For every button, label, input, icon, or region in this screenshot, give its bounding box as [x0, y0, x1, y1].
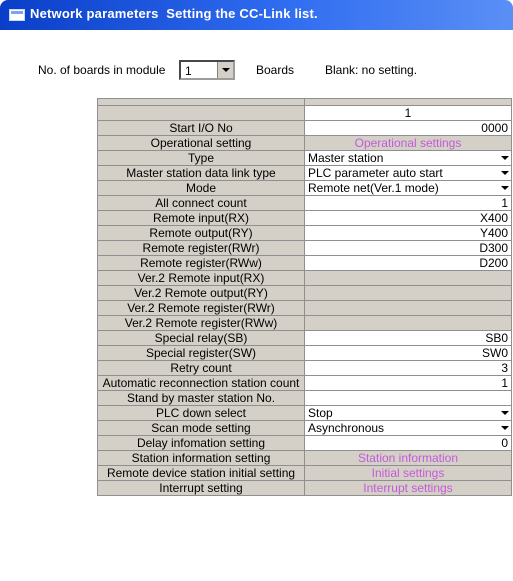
- network-parameters-window: Network parameters Setting the CC-Link l…: [0, 0, 513, 581]
- settings-button[interactable]: Operational settings: [304, 135, 512, 151]
- table-row: Special register(SW) SW0: [97, 345, 512, 361]
- row-value-input[interactable]: 0: [304, 435, 512, 451]
- row-label: Remote input(RX): [97, 210, 305, 226]
- table-row: Station information setting Station infor…: [97, 450, 512, 466]
- settings-button[interactable]: Initial settings: [304, 465, 512, 481]
- table-top-strip: [97, 98, 512, 106]
- row-label: PLC down select: [97, 405, 305, 421]
- row-label: Interrupt setting: [97, 480, 305, 496]
- table-row: Retry count 3: [97, 360, 512, 376]
- row-label: Special register(SW): [97, 345, 305, 361]
- chevron-down-icon[interactable]: [500, 167, 511, 178]
- row-select[interactable]: Asynchronous: [304, 420, 512, 436]
- table-row: All connect count 1: [97, 195, 512, 211]
- row-select[interactable]: Stop: [304, 405, 512, 421]
- window-icon: [9, 9, 25, 21]
- row-label: Start I/O No: [97, 120, 305, 136]
- column-header-row: 1: [97, 105, 512, 121]
- table-row: Remote register(RWw) D200: [97, 255, 512, 271]
- row-value-input[interactable]: SW0: [304, 345, 512, 361]
- window-title: Network parameters Setting the CC-Link l…: [30, 6, 318, 21]
- table-row: Special relay(SB) SB0: [97, 330, 512, 346]
- boards-unit-label: Boards: [256, 63, 295, 77]
- row-label: Remote register(RWr): [97, 240, 305, 256]
- table-row: Remote register(RWr) D300: [97, 240, 512, 256]
- row-label: Ver.2 Remote input(RX): [97, 270, 305, 286]
- table-row: Master station data link type PLC paramet…: [97, 165, 512, 181]
- table-row: Remote input(RX) X400: [97, 210, 512, 226]
- table-row: Remote output(RY) Y400: [97, 225, 512, 241]
- row-value-input[interactable]: 1: [304, 195, 512, 211]
- row-label: Station information setting: [97, 450, 305, 466]
- table-row: Delay infomation setting 0: [97, 435, 512, 451]
- row-label: Delay infomation setting: [97, 435, 305, 451]
- row-label: Scan mode setting: [97, 420, 305, 436]
- table-row: Type Master station: [97, 150, 512, 166]
- chevron-down-icon[interactable]: [500, 182, 511, 193]
- table-row: Start I/O No 0000: [97, 120, 512, 136]
- table-row: Ver.2 Remote output(RY): [97, 285, 512, 301]
- row-value-input[interactable]: Y400: [304, 225, 512, 241]
- settings-button[interactable]: Station information: [304, 450, 512, 466]
- corner-cell: [97, 98, 305, 106]
- column-header: 1: [304, 105, 512, 121]
- boards-setting-bar: No. of boards in module 1 Boards Blank: …: [18, 60, 498, 80]
- row-value-disabled: [304, 270, 512, 286]
- chevron-down-icon[interactable]: [500, 407, 511, 418]
- row-value-input[interactable]: X400: [304, 210, 512, 226]
- row-value-disabled: [304, 300, 512, 316]
- row-label: All connect count: [97, 195, 305, 211]
- table-row: Ver.2 Remote register(RWr): [97, 300, 512, 316]
- row-label: Automatic reconnection station count: [97, 375, 305, 391]
- row-label: Operational setting: [97, 135, 305, 151]
- table-row: Mode Remote net(Ver.1 mode): [97, 180, 512, 196]
- row-label: Stand by master station No.: [97, 390, 305, 406]
- row-label: Master station data link type: [97, 165, 305, 181]
- table-row: Scan mode setting Asynchronous: [97, 420, 512, 436]
- row-value-input[interactable]: D200: [304, 255, 512, 271]
- table-row: Ver.2 Remote input(RX): [97, 270, 512, 286]
- row-value-input[interactable]: [304, 390, 512, 406]
- row-value-input[interactable]: D300: [304, 240, 512, 256]
- chevron-down-icon[interactable]: [500, 422, 511, 433]
- chevron-down-icon[interactable]: [217, 62, 233, 78]
- boards-select[interactable]: 1: [179, 60, 235, 80]
- table-row: Interrupt setting Interrupt settings: [97, 480, 512, 496]
- row-select[interactable]: Remote net(Ver.1 mode): [304, 180, 512, 196]
- row-label: Ver.2 Remote register(RWr): [97, 300, 305, 316]
- cc-link-settings-table: 1 Start I/O No 0000 Operational setting Ope…: [97, 98, 512, 496]
- row-value-input[interactable]: 1: [304, 375, 512, 391]
- boards-select-value: 1: [185, 64, 192, 78]
- row-label: Remote register(RWw): [97, 255, 305, 271]
- boards-label: No. of boards in module: [38, 63, 166, 77]
- row-value-input[interactable]: 0000: [304, 120, 512, 136]
- row-select[interactable]: PLC parameter auto start: [304, 165, 512, 181]
- table-row: Remote device station initial setting Ini…: [97, 465, 512, 481]
- header-strip: [304, 98, 512, 106]
- row-select[interactable]: Master station: [304, 150, 512, 166]
- row-value-disabled: [304, 315, 512, 331]
- table-row: Operational setting Operational settings: [97, 135, 512, 151]
- row-value-disabled: [304, 285, 512, 301]
- row-label: Remote device station initial setting: [97, 465, 305, 481]
- table-row: Ver.2 Remote register(RWw): [97, 315, 512, 331]
- row-label: Retry count: [97, 360, 305, 376]
- row-label: Special relay(SB): [97, 330, 305, 346]
- title-bar[interactable]: Network parameters Setting the CC-Link l…: [0, 0, 513, 30]
- table-row: Stand by master station No.: [97, 390, 512, 406]
- settings-button[interactable]: Interrupt settings: [304, 480, 512, 496]
- row-label: Type: [97, 150, 305, 166]
- chevron-down-icon[interactable]: [500, 152, 511, 163]
- row-value-input[interactable]: 3: [304, 360, 512, 376]
- table-row: Automatic reconnection station count 1: [97, 375, 512, 391]
- row-label: Ver.2 Remote register(RWw): [97, 315, 305, 331]
- blank-note: Blank: no setting.: [325, 63, 418, 77]
- row-label: Mode: [97, 180, 305, 196]
- table-row: PLC down select Stop: [97, 405, 512, 421]
- row-label: Remote output(RY): [97, 225, 305, 241]
- corner-cell: [97, 105, 305, 121]
- row-label: Ver.2 Remote output(RY): [97, 285, 305, 301]
- row-value-input[interactable]: SB0: [304, 330, 512, 346]
